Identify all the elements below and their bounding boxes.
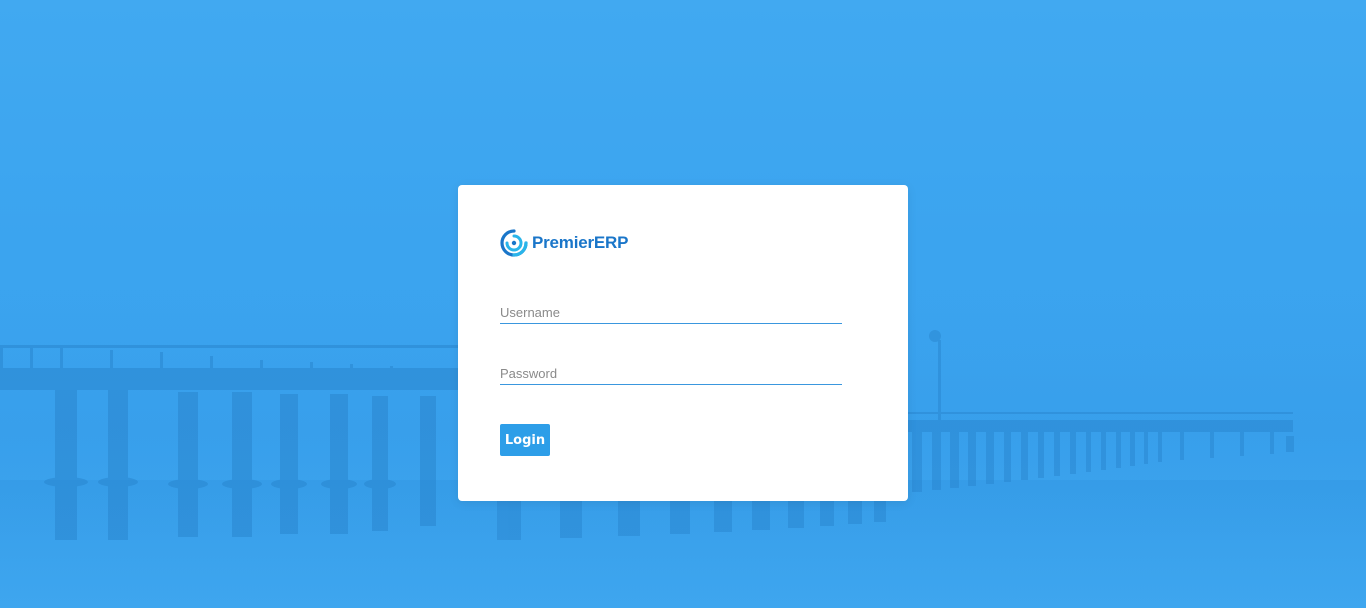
login-card: PremierERP Login <box>458 185 908 501</box>
brand-name: PremierERP <box>532 233 629 252</box>
login-button[interactable]: Login <box>500 424 550 456</box>
username-input[interactable] <box>500 305 842 320</box>
password-field <box>500 354 842 385</box>
password-input[interactable] <box>500 366 842 381</box>
swirl-logo-icon <box>500 229 528 257</box>
brand-logo: PremierERP <box>499 228 628 258</box>
username-field <box>500 293 842 324</box>
